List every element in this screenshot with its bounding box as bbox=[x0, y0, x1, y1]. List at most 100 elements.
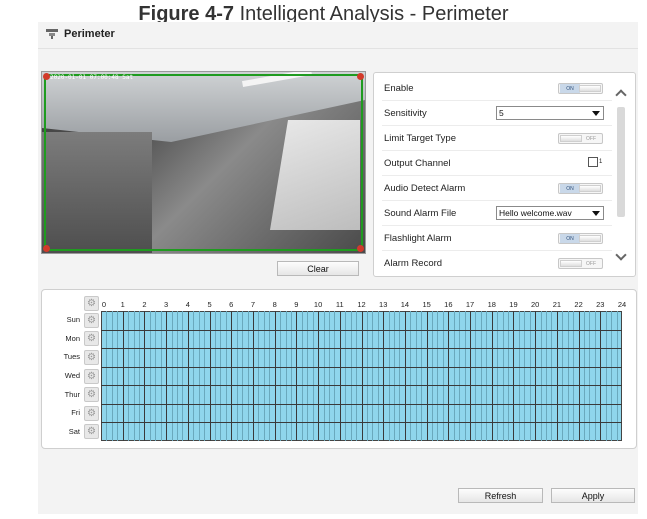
scrollbar-thumb[interactable] bbox=[617, 107, 625, 217]
hour-label: 20 bbox=[530, 300, 540, 309]
hour-label: 6 bbox=[229, 300, 234, 309]
gear-icon: ⚙ bbox=[87, 370, 96, 382]
gear-icon: ⚙ bbox=[87, 426, 96, 438]
day-label: Wed bbox=[64, 371, 80, 380]
hour-label: 14 bbox=[400, 300, 410, 309]
output-channel-number: 1 bbox=[599, 159, 603, 165]
alarm-record-label: Alarm Record bbox=[384, 258, 443, 269]
hour-label: 4 bbox=[185, 300, 190, 309]
hour-label: 11 bbox=[335, 300, 344, 309]
chevron-down-icon[interactable] bbox=[615, 249, 627, 261]
gear-icon: ⚙ bbox=[87, 314, 96, 326]
audio-detect-alarm-toggle[interactable]: ON bbox=[558, 183, 603, 194]
limit-target-type-toggle-knob bbox=[560, 135, 582, 142]
alarm-record-toggle[interactable]: OFF bbox=[558, 258, 603, 269]
hour-label: 1 bbox=[120, 300, 125, 309]
dropdown-arrow-icon bbox=[592, 211, 600, 216]
hour-label: 22 bbox=[574, 300, 583, 309]
hour-label: 19 bbox=[509, 300, 518, 309]
limit-target-type-label: Limit Target Type bbox=[384, 133, 456, 144]
select-all-schedule-button[interactable]: ⚙ bbox=[84, 296, 99, 311]
hour-label: 10 bbox=[313, 300, 323, 309]
day-select-button[interactable]: ⚙ bbox=[84, 368, 99, 384]
gear-icon: ⚙ bbox=[87, 407, 96, 419]
audio-detect-alarm-toggle-state: ON bbox=[560, 184, 580, 193]
page-header: Perimeter bbox=[45, 24, 115, 44]
day-select-button[interactable]: ⚙ bbox=[84, 331, 99, 347]
hour-label: 21 bbox=[552, 300, 562, 309]
hour-label: 24 bbox=[617, 300, 627, 309]
hour-label: 17 bbox=[465, 300, 475, 309]
day-select-button[interactable]: ⚙ bbox=[84, 312, 99, 328]
day-gridline bbox=[101, 366, 622, 368]
hour-label: 7 bbox=[250, 300, 256, 309]
setting-row-output-channel: Output Channel 1 bbox=[374, 151, 614, 176]
setting-row-audio-detect-alarm: Audio Detect Alarm ON bbox=[374, 176, 614, 201]
day-select-button[interactable]: ⚙ bbox=[84, 349, 99, 365]
setting-row-enable: Enable ON bbox=[374, 76, 614, 101]
hour-label: 9 bbox=[294, 300, 299, 309]
detection-area-outline[interactable] bbox=[44, 74, 363, 251]
refresh-button[interactable]: Refresh bbox=[458, 488, 543, 503]
apply-button[interactable]: Apply bbox=[551, 488, 635, 503]
hour-label: 16 bbox=[444, 300, 453, 309]
sound-alarm-file-label: Sound Alarm File bbox=[384, 208, 457, 219]
roi-handle-top-right[interactable] bbox=[357, 73, 364, 80]
sound-alarm-file-value: Hello welcome.wav bbox=[499, 208, 572, 218]
sensitivity-label: Sensitivity bbox=[384, 108, 427, 119]
hour-label: 2 bbox=[142, 300, 147, 309]
audio-detect-alarm-toggle-knob bbox=[579, 185, 601, 192]
roi-handle-top-left[interactable] bbox=[43, 73, 50, 80]
video-osd-timestamp: 2020-01-01 07:00:48 Sat bbox=[50, 74, 134, 81]
flashlight-alarm-toggle-knob bbox=[579, 235, 601, 242]
day-label: Mon bbox=[65, 333, 80, 343]
output-channel-checkbox[interactable] bbox=[588, 157, 598, 167]
output-channel-label: Output Channel bbox=[384, 158, 451, 169]
flashlight-alarm-toggle[interactable]: ON bbox=[558, 233, 603, 244]
day-gridline bbox=[101, 329, 622, 331]
gear-icon: ⚙ bbox=[87, 333, 96, 345]
sensitivity-select[interactable]: 5 bbox=[496, 106, 604, 120]
hour-label: 18 bbox=[487, 300, 496, 309]
day-label: Sun bbox=[66, 315, 80, 325]
flashlight-alarm-toggle-state: ON bbox=[560, 234, 580, 243]
day-label: Fri bbox=[71, 408, 80, 418]
hour-label: 3 bbox=[164, 300, 169, 309]
sensitivity-value: 5 bbox=[499, 108, 504, 118]
chevron-up-icon[interactable] bbox=[615, 89, 627, 101]
day-gridline bbox=[101, 422, 622, 424]
day-label: Tues bbox=[63, 352, 80, 362]
day-gridline bbox=[101, 385, 622, 387]
enable-label: Enable bbox=[384, 83, 414, 94]
enable-toggle-knob bbox=[579, 85, 601, 92]
dropdown-arrow-icon bbox=[592, 111, 600, 116]
gear-icon: ⚙ bbox=[87, 298, 96, 309]
hour-label: 13 bbox=[379, 300, 388, 309]
limit-target-type-toggle[interactable]: OFF bbox=[558, 133, 603, 144]
hour-label: 15 bbox=[422, 300, 431, 309]
setting-row-sensitivity: Sensitivity 5 bbox=[374, 101, 614, 126]
hour-label: 12 bbox=[357, 300, 366, 309]
hour-label: 0 bbox=[101, 300, 107, 309]
day-select-button[interactable]: ⚙ bbox=[84, 405, 99, 421]
alarm-record-toggle-knob bbox=[560, 260, 582, 267]
sound-alarm-file-select[interactable]: Hello welcome.wav bbox=[496, 206, 604, 220]
page-title: Perimeter bbox=[64, 28, 115, 40]
gear-icon: ⚙ bbox=[87, 351, 96, 363]
day-gridline bbox=[101, 403, 622, 405]
roi-handle-bottom-right[interactable] bbox=[357, 245, 364, 252]
perimeter-icon bbox=[46, 29, 58, 39]
enable-toggle[interactable]: ON bbox=[558, 83, 603, 94]
roi-handle-bottom-left[interactable] bbox=[43, 245, 50, 252]
clear-button[interactable]: Clear bbox=[277, 261, 359, 276]
setting-row-alarm-record: Alarm Record OFF bbox=[374, 251, 614, 276]
setting-row-sound-alarm-file: Sound Alarm File Hello welcome.wav bbox=[374, 201, 614, 226]
settings-panel: Enable ON Sensitivity 5 Limit Target Typ… bbox=[373, 72, 636, 277]
day-select-button[interactable]: ⚙ bbox=[84, 424, 99, 440]
video-preview[interactable]: 2020-01-01 07:00:48 Sat bbox=[41, 71, 366, 254]
day-label: Thur bbox=[64, 389, 80, 399]
day-select-button[interactable]: ⚙ bbox=[84, 387, 99, 403]
flashlight-alarm-label: Flashlight Alarm bbox=[384, 233, 452, 244]
settings-scrollbar[interactable] bbox=[614, 85, 628, 265]
alarm-record-toggle-state: OFF bbox=[586, 260, 596, 267]
